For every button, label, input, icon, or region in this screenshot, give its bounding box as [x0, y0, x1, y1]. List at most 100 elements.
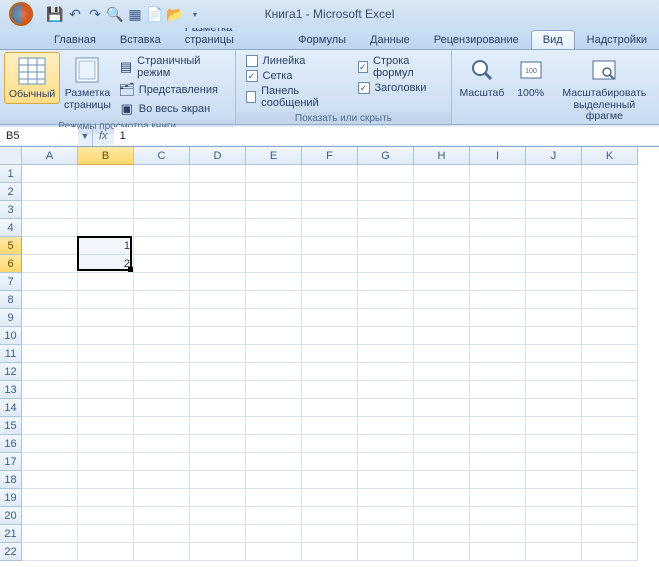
cell[interactable]: [526, 417, 582, 435]
cell[interactable]: [78, 381, 134, 399]
cell[interactable]: [22, 417, 78, 435]
column-header[interactable]: A: [22, 147, 78, 165]
cell[interactable]: [22, 453, 78, 471]
cell[interactable]: [526, 327, 582, 345]
qat-icon[interactable]: ▦: [126, 4, 144, 24]
cell[interactable]: [134, 201, 190, 219]
formula-input[interactable]: [114, 127, 659, 145]
zoom-100-button[interactable]: 100 100%: [508, 52, 554, 102]
cell[interactable]: [526, 273, 582, 291]
cell[interactable]: [470, 543, 526, 561]
cell[interactable]: [414, 345, 470, 363]
cell[interactable]: [358, 291, 414, 309]
cell[interactable]: [246, 507, 302, 525]
cell[interactable]: [526, 525, 582, 543]
zoom-button[interactable]: Масштаб: [456, 52, 507, 102]
cell[interactable]: [22, 237, 78, 255]
name-box-dropdown-icon[interactable]: ▼: [78, 131, 92, 141]
cell[interactable]: [414, 543, 470, 561]
cell[interactable]: [190, 363, 246, 381]
cell[interactable]: [190, 489, 246, 507]
qat-icon[interactable]: 📄: [146, 4, 164, 24]
cell[interactable]: [582, 327, 638, 345]
cell[interactable]: [190, 255, 246, 273]
cell[interactable]: [78, 489, 134, 507]
cell[interactable]: [302, 273, 358, 291]
cell[interactable]: [22, 219, 78, 237]
cell[interactable]: [526, 201, 582, 219]
cell[interactable]: [470, 219, 526, 237]
cell[interactable]: [134, 273, 190, 291]
cell[interactable]: [470, 273, 526, 291]
cell[interactable]: [246, 327, 302, 345]
cell[interactable]: [302, 183, 358, 201]
row-header[interactable]: 17: [0, 453, 22, 471]
cell[interactable]: [302, 201, 358, 219]
cell[interactable]: [134, 525, 190, 543]
cell[interactable]: [246, 309, 302, 327]
cell[interactable]: [22, 273, 78, 291]
cell[interactable]: [22, 435, 78, 453]
cell[interactable]: [190, 345, 246, 363]
cell[interactable]: [190, 219, 246, 237]
cell[interactable]: [190, 507, 246, 525]
cell[interactable]: [582, 219, 638, 237]
cell[interactable]: [470, 309, 526, 327]
cell[interactable]: [190, 417, 246, 435]
cell[interactable]: [190, 399, 246, 417]
cell[interactable]: [78, 525, 134, 543]
cell[interactable]: [582, 399, 638, 417]
cells-area[interactable]: 12: [22, 165, 638, 561]
row-header[interactable]: 15: [0, 417, 22, 435]
zoom-selection-button[interactable]: Масштабировать выделенный фрагме: [554, 52, 655, 125]
cell[interactable]: [246, 525, 302, 543]
cell[interactable]: [246, 471, 302, 489]
cell[interactable]: [526, 291, 582, 309]
cell[interactable]: [526, 435, 582, 453]
cell[interactable]: [22, 507, 78, 525]
row-header[interactable]: 22: [0, 543, 22, 561]
formula-bar-checkbox[interactable]: ✓Строка формул: [352, 54, 448, 80]
message-bar-checkbox[interactable]: Панель сообщений: [240, 84, 352, 110]
cell[interactable]: [78, 309, 134, 327]
cell[interactable]: [358, 543, 414, 561]
tab-view[interactable]: Вид: [531, 30, 575, 49]
cell[interactable]: [470, 291, 526, 309]
cell[interactable]: [246, 381, 302, 399]
cell[interactable]: [190, 273, 246, 291]
cell[interactable]: [358, 525, 414, 543]
cell[interactable]: [470, 381, 526, 399]
cell[interactable]: [134, 237, 190, 255]
cell[interactable]: [22, 399, 78, 417]
full-screen-button[interactable]: ▣Во весь экран: [115, 100, 231, 118]
page-layout-button[interactable]: Разметка страницы: [60, 52, 115, 113]
cell[interactable]: [358, 453, 414, 471]
row-header[interactable]: 16: [0, 435, 22, 453]
tab-data[interactable]: Данные: [358, 30, 422, 49]
cell[interactable]: [22, 381, 78, 399]
cell[interactable]: [526, 219, 582, 237]
cell[interactable]: [582, 309, 638, 327]
normal-view-button[interactable]: Обычный: [4, 52, 60, 104]
column-header[interactable]: H: [414, 147, 470, 165]
cell[interactable]: [190, 543, 246, 561]
cell[interactable]: [134, 471, 190, 489]
row-header[interactable]: 2: [0, 183, 22, 201]
cell[interactable]: [470, 237, 526, 255]
cell[interactable]: [470, 363, 526, 381]
cell[interactable]: [246, 399, 302, 417]
column-header[interactable]: K: [582, 147, 638, 165]
cell[interactable]: [526, 471, 582, 489]
cell[interactable]: [78, 543, 134, 561]
cell[interactable]: [582, 255, 638, 273]
cell[interactable]: [582, 201, 638, 219]
cell[interactable]: [358, 435, 414, 453]
cell[interactable]: [582, 291, 638, 309]
cell[interactable]: [22, 543, 78, 561]
cell[interactable]: [358, 255, 414, 273]
cell[interactable]: [22, 309, 78, 327]
row-header[interactable]: 12: [0, 363, 22, 381]
tab-home[interactable]: Главная: [42, 30, 108, 49]
row-header[interactable]: 14: [0, 399, 22, 417]
cell[interactable]: [526, 165, 582, 183]
